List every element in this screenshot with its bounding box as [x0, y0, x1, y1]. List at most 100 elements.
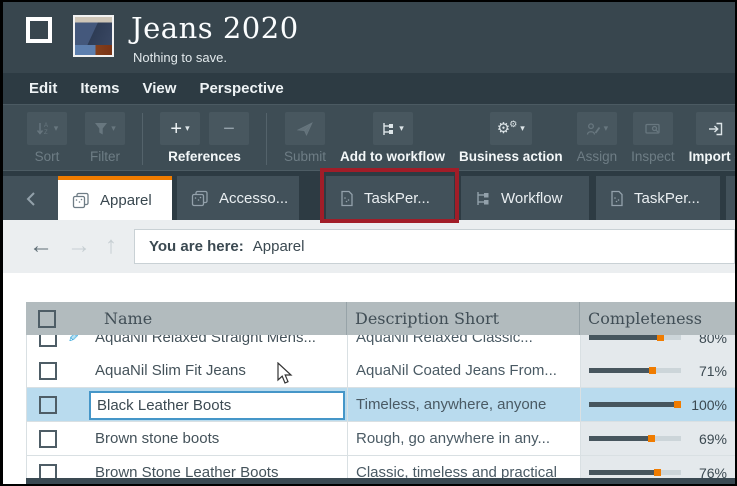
tab-label: Accesso...: [219, 190, 288, 207]
table-row[interactable]: ✎ AquaNil Relaxed Straight Mens... AquaN…: [26, 335, 735, 354]
add-to-workflow-group: ▾ Add to workflow: [340, 112, 445, 164]
add-to-workflow-label: Add to workflow: [340, 149, 445, 164]
add-reference-button[interactable]: + ▾: [160, 112, 200, 145]
chevron-down-icon: ▾: [604, 124, 609, 133]
tab-scroll-left-button[interactable]: [3, 176, 58, 221]
inspect-button[interactable]: [633, 112, 673, 145]
plus-icon: +: [170, 119, 182, 139]
gear-icon: ⚙: [497, 121, 510, 136]
inspect-group: Inspect: [631, 112, 675, 164]
business-action-group: ⚙ ⚙ ▾ Business action: [459, 112, 563, 164]
workflow-icon: [475, 191, 491, 206]
app-logo-icon: [26, 17, 52, 43]
page-title: Jeans 2020: [131, 11, 299, 45]
toolbar-separator: [266, 113, 267, 165]
document-icon: [610, 190, 624, 207]
toolbar-separator: [142, 113, 143, 165]
row-checkbox[interactable]: [39, 335, 57, 347]
table-header-row: Name Description Short Completeness: [26, 302, 735, 335]
tab-workflow[interactable]: Workflow: [461, 176, 589, 221]
document-icon: [340, 190, 354, 207]
name-edit-input[interactable]: [89, 391, 345, 420]
svg-text:A: A: [44, 123, 48, 129]
tab-partial[interactable]: [726, 176, 737, 221]
select-all-checkbox[interactable]: [38, 310, 56, 328]
column-header-description[interactable]: Description Short: [346, 302, 579, 335]
menu-edit[interactable]: Edit: [29, 80, 57, 97]
submit-button[interactable]: [285, 112, 325, 145]
completeness-percent: 71%: [699, 363, 727, 379]
tab-apparel[interactable]: Apparel: [58, 176, 172, 221]
cell-description[interactable]: AquaNil Coated Jeans From...: [347, 354, 580, 387]
completeness-percent: 80%: [699, 335, 727, 346]
table-row[interactable]: AquaNil Slim Fit Jeans AquaNil Coated Je…: [26, 354, 735, 388]
column-header-completeness[interactable]: Completeness: [579, 302, 735, 335]
completeness-bar: [589, 469, 681, 476]
cell-name[interactable]: AquaNil Slim Fit Jeans: [87, 354, 347, 387]
inspect-label: Inspect: [631, 149, 675, 164]
table-row-selected[interactable]: Timeless, anywhere, anyone 100%: [26, 388, 735, 422]
breadcrumb-label: You are here:: [149, 238, 244, 255]
filter-button[interactable]: ▾: [85, 112, 125, 145]
column-header-name[interactable]: Name: [86, 302, 346, 335]
business-action-button[interactable]: ⚙ ⚙ ▾: [490, 112, 532, 145]
back-button[interactable]: ←: [29, 230, 53, 262]
sort-group: AZ ▾ Sort: [27, 112, 67, 164]
tab-bar: Apparel Accesso... TaskPer... Workflow T: [3, 170, 735, 220]
cell-name[interactable]: AquaNil Relaxed Straight Mens...: [87, 335, 347, 354]
completeness-percent: 100%: [691, 397, 727, 413]
sort-icon: AZ: [36, 121, 51, 136]
row-checkbox[interactable]: [39, 396, 57, 414]
tab-label: TaskPer...: [634, 190, 700, 207]
add-to-workflow-button[interactable]: ▾: [373, 112, 413, 145]
sort-label: Sort: [35, 149, 60, 164]
paper-plane-icon: [297, 122, 313, 136]
references-label: References: [168, 149, 241, 164]
gear-icon: ⚙: [509, 120, 517, 129]
assign-label: Assign: [577, 149, 618, 164]
up-button[interactable]: ↑: [105, 230, 117, 262]
title-bar: Jeans 2020 Nothing to save.: [3, 2, 735, 73]
tab-taskper-1[interactable]: TaskPer...: [326, 176, 454, 221]
assign-person-icon: [586, 122, 601, 136]
cell-description[interactable]: Rough, go anywhere in any...: [347, 422, 580, 455]
references-group: + ▾ − References: [160, 112, 249, 164]
filter-icon: [94, 122, 108, 136]
filter-label: Filter: [90, 149, 120, 164]
remove-reference-button[interactable]: −: [209, 112, 249, 145]
completeness-bar: [589, 435, 681, 442]
chevron-down-icon: ▾: [111, 124, 116, 133]
next-section-edge: [26, 478, 735, 484]
workflow-icon: [381, 122, 396, 136]
breadcrumb-value: Apparel: [253, 238, 305, 255]
table-row[interactable]: Brown stone boots Rough, go anywhere in …: [26, 422, 735, 456]
inspect-magnifier-icon: [645, 122, 661, 136]
completeness-bar: [589, 367, 681, 374]
modified-pen-icon: ✎: [68, 335, 79, 346]
tab-label: Apparel: [100, 192, 152, 209]
assign-group: ▾ Assign: [577, 112, 618, 164]
menu-view[interactable]: View: [143, 80, 177, 97]
tab-taskper-2[interactable]: TaskPer...: [596, 176, 720, 221]
cell-description[interactable]: AquaNil Relaxed Classic...: [347, 335, 580, 354]
cell-description[interactable]: Timeless, anywhere, anyone: [347, 388, 580, 421]
submit-label: Submit: [284, 149, 326, 164]
cell-name[interactable]: Brown stone boots: [87, 422, 347, 455]
tab-label: TaskPer...: [364, 190, 430, 207]
minus-icon: −: [223, 119, 235, 139]
row-checkbox[interactable]: [39, 430, 57, 448]
forward-button[interactable]: →: [67, 230, 91, 262]
chevron-down-icon: ▾: [54, 124, 59, 133]
import-label: Import d: [689, 149, 737, 164]
chevron-down-icon: ▾: [185, 124, 190, 133]
breadcrumb[interactable]: You are here: Apparel: [134, 229, 735, 264]
menu-perspective[interactable]: Perspective: [199, 80, 283, 97]
completeness-bar: [589, 401, 681, 408]
menu-items[interactable]: Items: [80, 80, 119, 97]
row-checkbox[interactable]: [39, 362, 57, 380]
assign-button[interactable]: ▾: [577, 112, 617, 145]
filter-group: ▾ Filter: [85, 112, 125, 164]
tab-accessories[interactable]: Accesso...: [177, 176, 299, 221]
import-button[interactable]: [696, 112, 736, 145]
sort-button[interactable]: AZ ▾: [27, 112, 67, 145]
